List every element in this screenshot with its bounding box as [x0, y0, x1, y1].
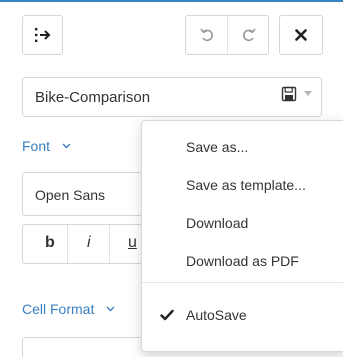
check-icon: [160, 309, 174, 321]
menu-item-label: Download as PDF: [186, 253, 299, 269]
menu-item-save-as-template[interactable]: Save as template...: [142, 167, 343, 203]
cell-format-section-title: Cell Format: [22, 301, 95, 317]
underline-button[interactable]: u: [128, 234, 137, 252]
undo-button[interactable]: [186, 16, 227, 54]
italic-button[interactable]: i: [87, 234, 91, 252]
cell-format-select[interactable]: [22, 337, 152, 357]
menu-item-autosave[interactable]: AutoSave: [142, 297, 343, 333]
font-family-value: Open Sans: [35, 187, 106, 203]
collapse-panel-button[interactable]: [22, 15, 63, 55]
style-divider: [67, 225, 68, 263]
document-name-text: Bike-Comparison: [35, 89, 151, 106]
chevron-down-icon: [106, 306, 115, 312]
cell-format-section-header[interactable]: Cell Format: [22, 301, 115, 317]
redo-icon: [242, 28, 256, 42]
menu-item-label: Download: [186, 215, 249, 231]
close-icon: [295, 29, 307, 41]
document-name-field[interactable]: Bike-Comparison: [22, 77, 322, 117]
font-family-select[interactable]: Open Sans: [22, 172, 152, 216]
font-section-title: Font: [22, 138, 51, 154]
menu-item-label: Save as template...: [186, 177, 306, 193]
redo-button[interactable]: [228, 16, 269, 54]
font-section-header[interactable]: Font: [22, 138, 71, 154]
undo-redo-group: [185, 15, 269, 55]
style-divider: [109, 225, 110, 263]
chevron-down-icon: [62, 143, 71, 149]
undo-icon: [199, 28, 213, 42]
settings-panel: Bike-Comparison Font Open Sans b i u Cel…: [0, 2, 343, 357]
menu-divider: [142, 282, 343, 283]
caret-down-icon[interactable]: [304, 91, 312, 97]
menu-item-save-as[interactable]: Save as...: [142, 129, 343, 165]
floppy-disk-icon[interactable]: [281, 86, 297, 102]
menu-item-label: Save as...: [186, 139, 249, 155]
menu-item-download-pdf[interactable]: Download as PDF: [142, 243, 343, 279]
menu-item-label: AutoSave: [186, 307, 247, 323]
text-style-buttons: b i u: [22, 224, 152, 264]
arrow-to-right-icon: [34, 28, 50, 42]
bold-button[interactable]: b: [45, 234, 55, 252]
save-options-menu: Save as... Save as template... Download …: [141, 120, 343, 352]
close-button[interactable]: [279, 15, 323, 55]
menu-item-download[interactable]: Download: [142, 205, 343, 241]
